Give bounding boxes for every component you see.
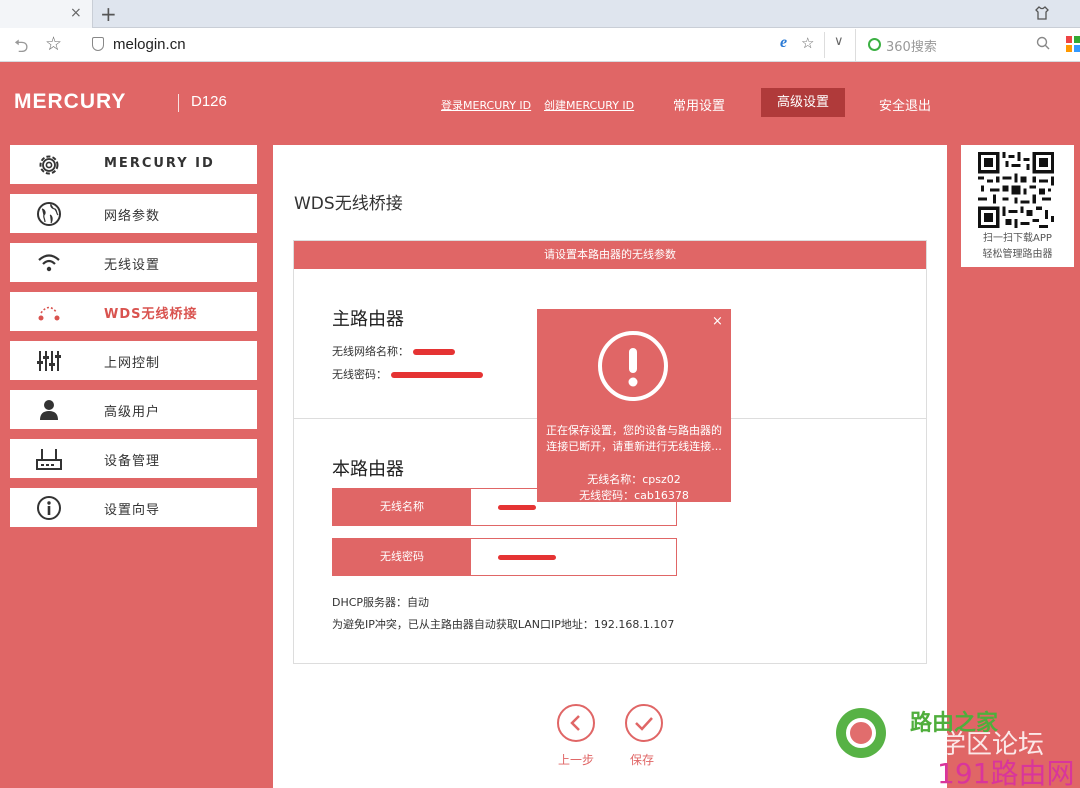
watermark-text: 191路由网 <box>937 757 1075 788</box>
router-icon <box>36 446 62 472</box>
save-button[interactable] <box>625 704 663 742</box>
browser-tab-strip: × + <box>0 0 1080 28</box>
info-icon <box>36 495 62 521</box>
sidebar-item-label: WDS无线桥接 <box>104 307 198 322</box>
local-router-title: 本路由器 <box>332 459 404 480</box>
redacted-scribble <box>498 555 556 560</box>
box-header: 请设置本路由器的无线参数 <box>294 241 926 269</box>
page-title: WDS无线桥接 <box>294 194 403 214</box>
nav-advanced-settings[interactable]: 高级设置 <box>761 88 845 117</box>
router-header: MERCURY D126 登录MERCURY ID 创建MERCURY ID 常… <box>0 62 1080 144</box>
qr-code[interactable] <box>978 152 1054 228</box>
model-name: D126 <box>191 93 227 110</box>
login-mercury-id-link[interactable]: 登录MERCURY ID <box>441 97 531 113</box>
bridge-icon <box>36 299 62 325</box>
sidebar-item-access-control[interactable]: 上网控制 <box>10 341 257 380</box>
primary-ssid-label: 无线网络名称： <box>332 345 409 358</box>
sidebar-item-mercury-id[interactable]: MERCURY ID <box>10 145 257 184</box>
divider <box>178 94 179 112</box>
skin-icon[interactable] <box>1034 5 1050 25</box>
url-text[interactable]: melogin.cn <box>113 36 186 53</box>
redacted-scribble <box>498 505 536 510</box>
primary-router-title: 主路由器 <box>332 309 404 330</box>
new-password: 无线密码：cab16378 <box>579 489 689 502</box>
sidebar-item-wds[interactable]: WDS无线桥接 <box>10 292 257 331</box>
watermark-logo-inner <box>846 718 876 748</box>
redacted-scribble <box>390 372 483 378</box>
sidebar-item-network[interactable]: 网络参数 <box>10 194 257 233</box>
ip-note: 为避免IP冲突，已从主路由器自动获取LAN口IP地址：192.168.1.107 <box>332 618 675 631</box>
new-ssid: 无线名称：cpsz02 <box>587 473 681 486</box>
globe-icon <box>36 201 62 227</box>
sliders-icon <box>36 348 62 374</box>
address-bar: ⮌ ☆ melogin.cn e ☆ ∨ 360搜索 <box>0 28 1080 62</box>
saving-dialog: × 正在保存设置，您的设备与路由器的连接已断开，请重新进行无线连接... 无线名… <box>537 309 731 502</box>
new-tab-button[interactable]: + <box>100 2 117 26</box>
nav-common-settings[interactable]: 常用设置 <box>673 95 725 114</box>
sidebar-item-label: 无线设置 <box>104 258 161 273</box>
chevron-down-icon[interactable]: ∨ <box>834 34 844 49</box>
search-engine-logo-icon <box>868 38 881 51</box>
prev-label[interactable]: 上一步 <box>558 751 594 768</box>
primary-ssid-row: 无线网络名称： <box>332 343 455 359</box>
qr-caption-line1: 扫一扫下载APP <box>983 233 1052 244</box>
primary-password-label: 无线密码： <box>332 368 387 381</box>
sidebar-item-label: 上网控制 <box>104 356 161 371</box>
sidebar: MERCURY ID 网络参数 无线设置 WDS无线桥接 上网控制 高级用户 设… <box>10 145 257 537</box>
wifi-icon <box>36 250 62 276</box>
sidebar-item-advanced-user[interactable]: 高级用户 <box>10 390 257 429</box>
sidebar-item-label: MERCURY ID <box>104 156 215 171</box>
user-icon <box>36 397 62 423</box>
app-download-panel: 扫一扫下载APP 轻松管理路由器 <box>961 145 1074 267</box>
saving-message: 正在保存设置，您的设备与路由器的连接已断开，请重新进行无线连接... <box>546 424 722 453</box>
redacted-scribble <box>412 349 455 355</box>
sidebar-item-device-management[interactable]: 设备管理 <box>10 439 257 478</box>
ie-compat-icon[interactable]: e <box>780 34 787 52</box>
search-icon[interactable] <box>1036 36 1050 54</box>
sidebar-item-wireless[interactable]: 无线设置 <box>10 243 257 282</box>
search-box[interactable]: 360搜索 <box>855 29 1055 61</box>
sidebar-item-label: 设置向导 <box>104 503 161 518</box>
close-icon[interactable]: × <box>712 314 723 329</box>
create-mercury-id-link[interactable]: 创建MERCURY ID <box>544 97 634 113</box>
warning-icon <box>598 331 668 401</box>
mercury-logo: MERCURY <box>14 90 127 113</box>
sidebar-item-label: 设备管理 <box>104 454 161 469</box>
shield-icon <box>92 37 104 51</box>
browser-tab[interactable]: × <box>0 0 93 28</box>
qr-caption-line2: 轻松管理路由器 <box>982 249 1053 260</box>
apps-grid-icon[interactable] <box>1066 36 1080 52</box>
dhcp-status: DHCP服务器：自动 <box>332 596 430 609</box>
nav-logout[interactable]: 安全退出 <box>879 95 931 114</box>
local-password-label: 无线密码 <box>333 539 471 575</box>
local-ssid-label: 无线名称 <box>333 489 471 525</box>
divider <box>824 32 825 58</box>
search-placeholder: 360搜索 <box>886 40 937 55</box>
sidebar-item-setup-wizard[interactable]: 设置向导 <box>10 488 257 527</box>
prev-button[interactable] <box>557 704 595 742</box>
gear-icon <box>36 152 62 178</box>
primary-password-row: 无线密码： <box>332 366 483 382</box>
local-password-field[interactable]: 无线密码 <box>332 538 677 576</box>
bookmark-star-icon[interactable]: ☆ <box>801 34 814 52</box>
sidebar-item-label: 网络参数 <box>104 209 161 224</box>
back-icon[interactable]: ⮌ <box>14 34 28 64</box>
save-label[interactable]: 保存 <box>630 751 654 768</box>
favorite-star-icon[interactable]: ☆ <box>45 33 62 55</box>
watermark-logo-icon <box>836 708 886 758</box>
sidebar-item-label: 高级用户 <box>104 405 161 420</box>
tab-close-icon[interactable]: × <box>70 5 82 21</box>
